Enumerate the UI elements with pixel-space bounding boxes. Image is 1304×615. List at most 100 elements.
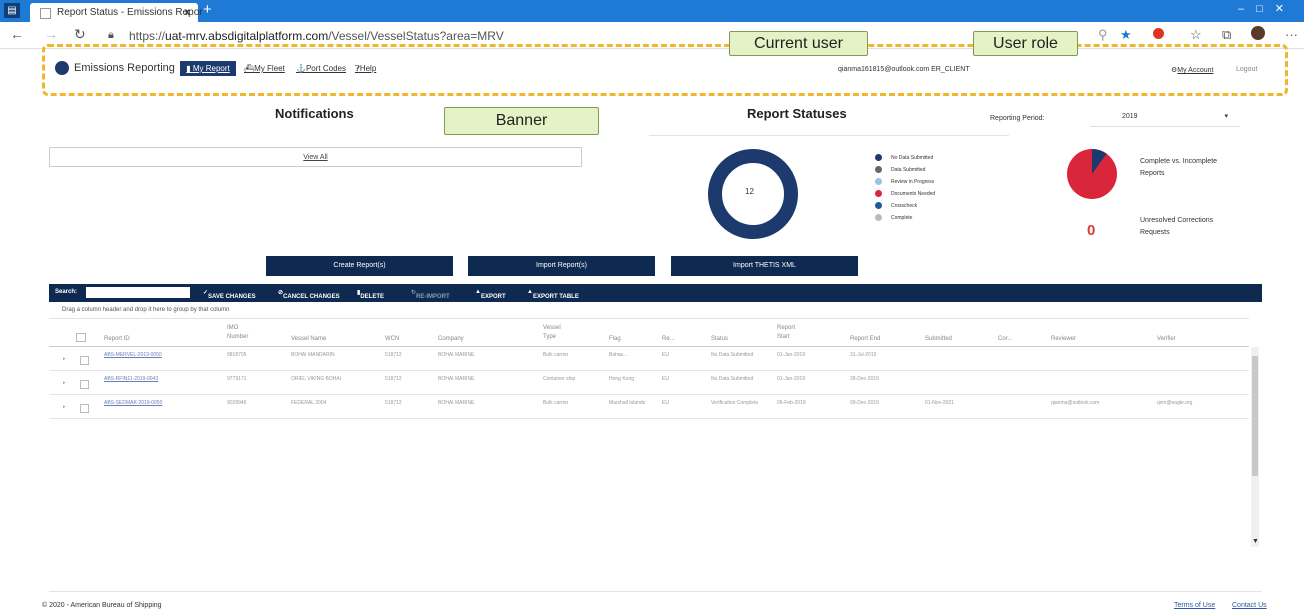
col-reviewer[interactable]: Reviewer [1051,336,1076,342]
cell-id[interactable]: ABS-SEDMAK-2019-0050 [104,400,162,407]
col-company[interactable]: Company [438,336,464,342]
tab-close-button[interactable]: x [184,3,190,22]
favorites-icon[interactable]: ☆ [1190,27,1202,43]
row-checkbox[interactable] [80,356,89,365]
window-controls[interactable]: –□✕ [1238,2,1296,15]
legend-dot-icon [875,190,882,197]
page-favicon-icon [40,8,51,19]
col-report-id[interactable]: Report ID [104,336,130,342]
cell-flag: Bahas... [609,352,628,358]
browser-tab[interactable]: Report Status - Emissions Repor x [30,3,203,22]
row-divider [49,370,1249,371]
col-vessel-name[interactable]: Vessel Name [291,336,326,342]
contact-link[interactable]: Contact Us [1232,602,1267,609]
legend-dot-icon [875,154,882,161]
cell-id[interactable]: ABS-RFIN11-2019-0043 [104,376,158,383]
cell-company: BOHAI MARINE [438,352,475,358]
row-checkbox[interactable] [80,380,89,389]
create-report-button[interactable]: Create Report(s) [266,256,453,276]
save-changes-button[interactable]: ✓ SAVE CHANGES [203,289,256,300]
cell-vessel: BOHAI MANDARIN [291,352,335,358]
more-icon[interactable]: ··· [1285,27,1298,42]
col-submitted[interactable]: Submitted [925,336,952,342]
reimport-label: RE-IMPORT [416,294,450,300]
col-flag[interactable]: Flag [609,336,621,342]
profile-avatar[interactable] [1251,26,1265,40]
refresh-icon[interactable]: ↻ [74,26,86,43]
cell-imo: 9779171 [227,376,247,382]
cell-wcn: 518712 [385,400,402,406]
legend-item: Crosscheck [875,202,917,209]
legend-label: No Data Submitted [891,155,934,161]
reporting-period-select[interactable]: 2019 ▾ [1090,108,1240,127]
col-report-start[interactable]: Report Start [777,324,799,342]
callout-banner: Banner [444,107,599,135]
cell-status: No Data Submitted [711,352,754,358]
lock-icon: 🔒︎ [108,29,114,41]
import-thetis-button[interactable]: Import THETIS XML [671,256,858,276]
cell-type: Bulk carrier [543,352,569,358]
export-button[interactable]: ▲ EXPORT [475,289,506,300]
row-expand-icon[interactable]: ▸ [63,380,66,386]
new-tab-button[interactable]: + [203,1,212,18]
export-label: EXPORT [480,294,506,300]
row-expand-icon[interactable]: ▸ [63,404,66,410]
header-top-line [49,318,1249,319]
export-table-button[interactable]: ▲ EXPORT TABLE [527,289,579,300]
select-all-checkbox[interactable] [76,333,86,342]
col-vessel-type[interactable]: Vessel Type [543,324,565,342]
notifications-title: Notifications [275,106,354,121]
col-status[interactable]: Status [711,336,728,342]
cell-re: EU [662,376,669,382]
url-prefix: https:// [129,29,166,43]
cell-verifier: qxm@eagle.org [1157,400,1193,406]
reporting-period-label: Reporting Period: [990,115,1045,122]
legend-dot-icon [875,166,882,173]
window-menu-icon[interactable]: ▤ [4,3,20,18]
grid-search-input[interactable] [86,287,190,298]
url-path: /Vessel/VesselStatus?area=MRV [328,29,504,43]
delete-button[interactable]: ▮ DELETE [357,289,384,300]
group-hint: Drag a column header and drop it here to… [62,307,230,313]
copyright: © 2020 - American Bureau of Shipping [42,602,162,609]
cell-flag: Hong Kong [609,376,635,382]
forward-arrow-icon[interactable]: → [44,26,58,42]
stop-extension-icon[interactable] [1153,28,1164,39]
view-all-link[interactable]: View All [49,147,582,167]
cancel-changes-button[interactable]: ⊘ CANCEL CHANGES [278,289,340,300]
cell-wcn: 518712 [385,376,402,382]
cell-start: 06-Feb-2019 [777,400,806,406]
cancel-changes-label: CANCEL CHANGES [283,294,340,300]
cell-imo: 9818705 [227,352,247,358]
footer-divider [49,591,1262,592]
col-cor[interactable]: Cor... [998,336,1012,342]
col-verifier[interactable]: Verifier [1157,336,1176,342]
cell-company: BOHAI MARINE [438,376,475,382]
banner-highlight-box [42,44,1288,96]
grid-scroll-thumb[interactable] [1252,356,1258,476]
row-checkbox[interactable] [80,404,89,413]
favorite-star-icon[interactable]: ★ [1120,27,1132,43]
back-arrow-icon[interactable]: ← [10,26,24,42]
cell-re: EU [662,352,669,358]
cell-end: 31-Jul-2019 [850,352,877,358]
scroll-down-icon[interactable]: ▼ [1252,538,1259,545]
report-statuses-title: Report Statuses [747,106,847,121]
url-field[interactable]: https://uat-mrv.absdigitalplatform.com/V… [129,29,504,43]
row-expand-icon[interactable]: ▸ [63,356,66,362]
chevron-down-icon: ▾ [1224,113,1228,120]
import-report-button[interactable]: Import Report(s) [468,256,655,276]
col-report-end[interactable]: Report End [850,336,880,342]
cell-company: BOHAI MARINE [438,400,475,406]
cell-reviewer: qianma@outlook.com [1051,400,1100,406]
cell-id[interactable]: ABS-MERVEL-2019-0050 [104,352,162,359]
col-imo[interactable]: IMO Number [227,324,249,342]
col-wcn[interactable]: WCN [385,336,399,342]
col-re[interactable]: Re... [662,336,675,342]
collections-icon[interactable]: ⧉ [1222,27,1231,43]
save-changes-label: SAVE CHANGES [208,294,256,300]
terms-link[interactable]: Terms of Use [1174,602,1215,609]
zoom-icon[interactable]: ⚲ [1098,27,1108,43]
cell-end: 09-Dec-2019 [850,400,879,406]
reimport-button[interactable]: ↻ RE-IMPORT [411,289,450,300]
